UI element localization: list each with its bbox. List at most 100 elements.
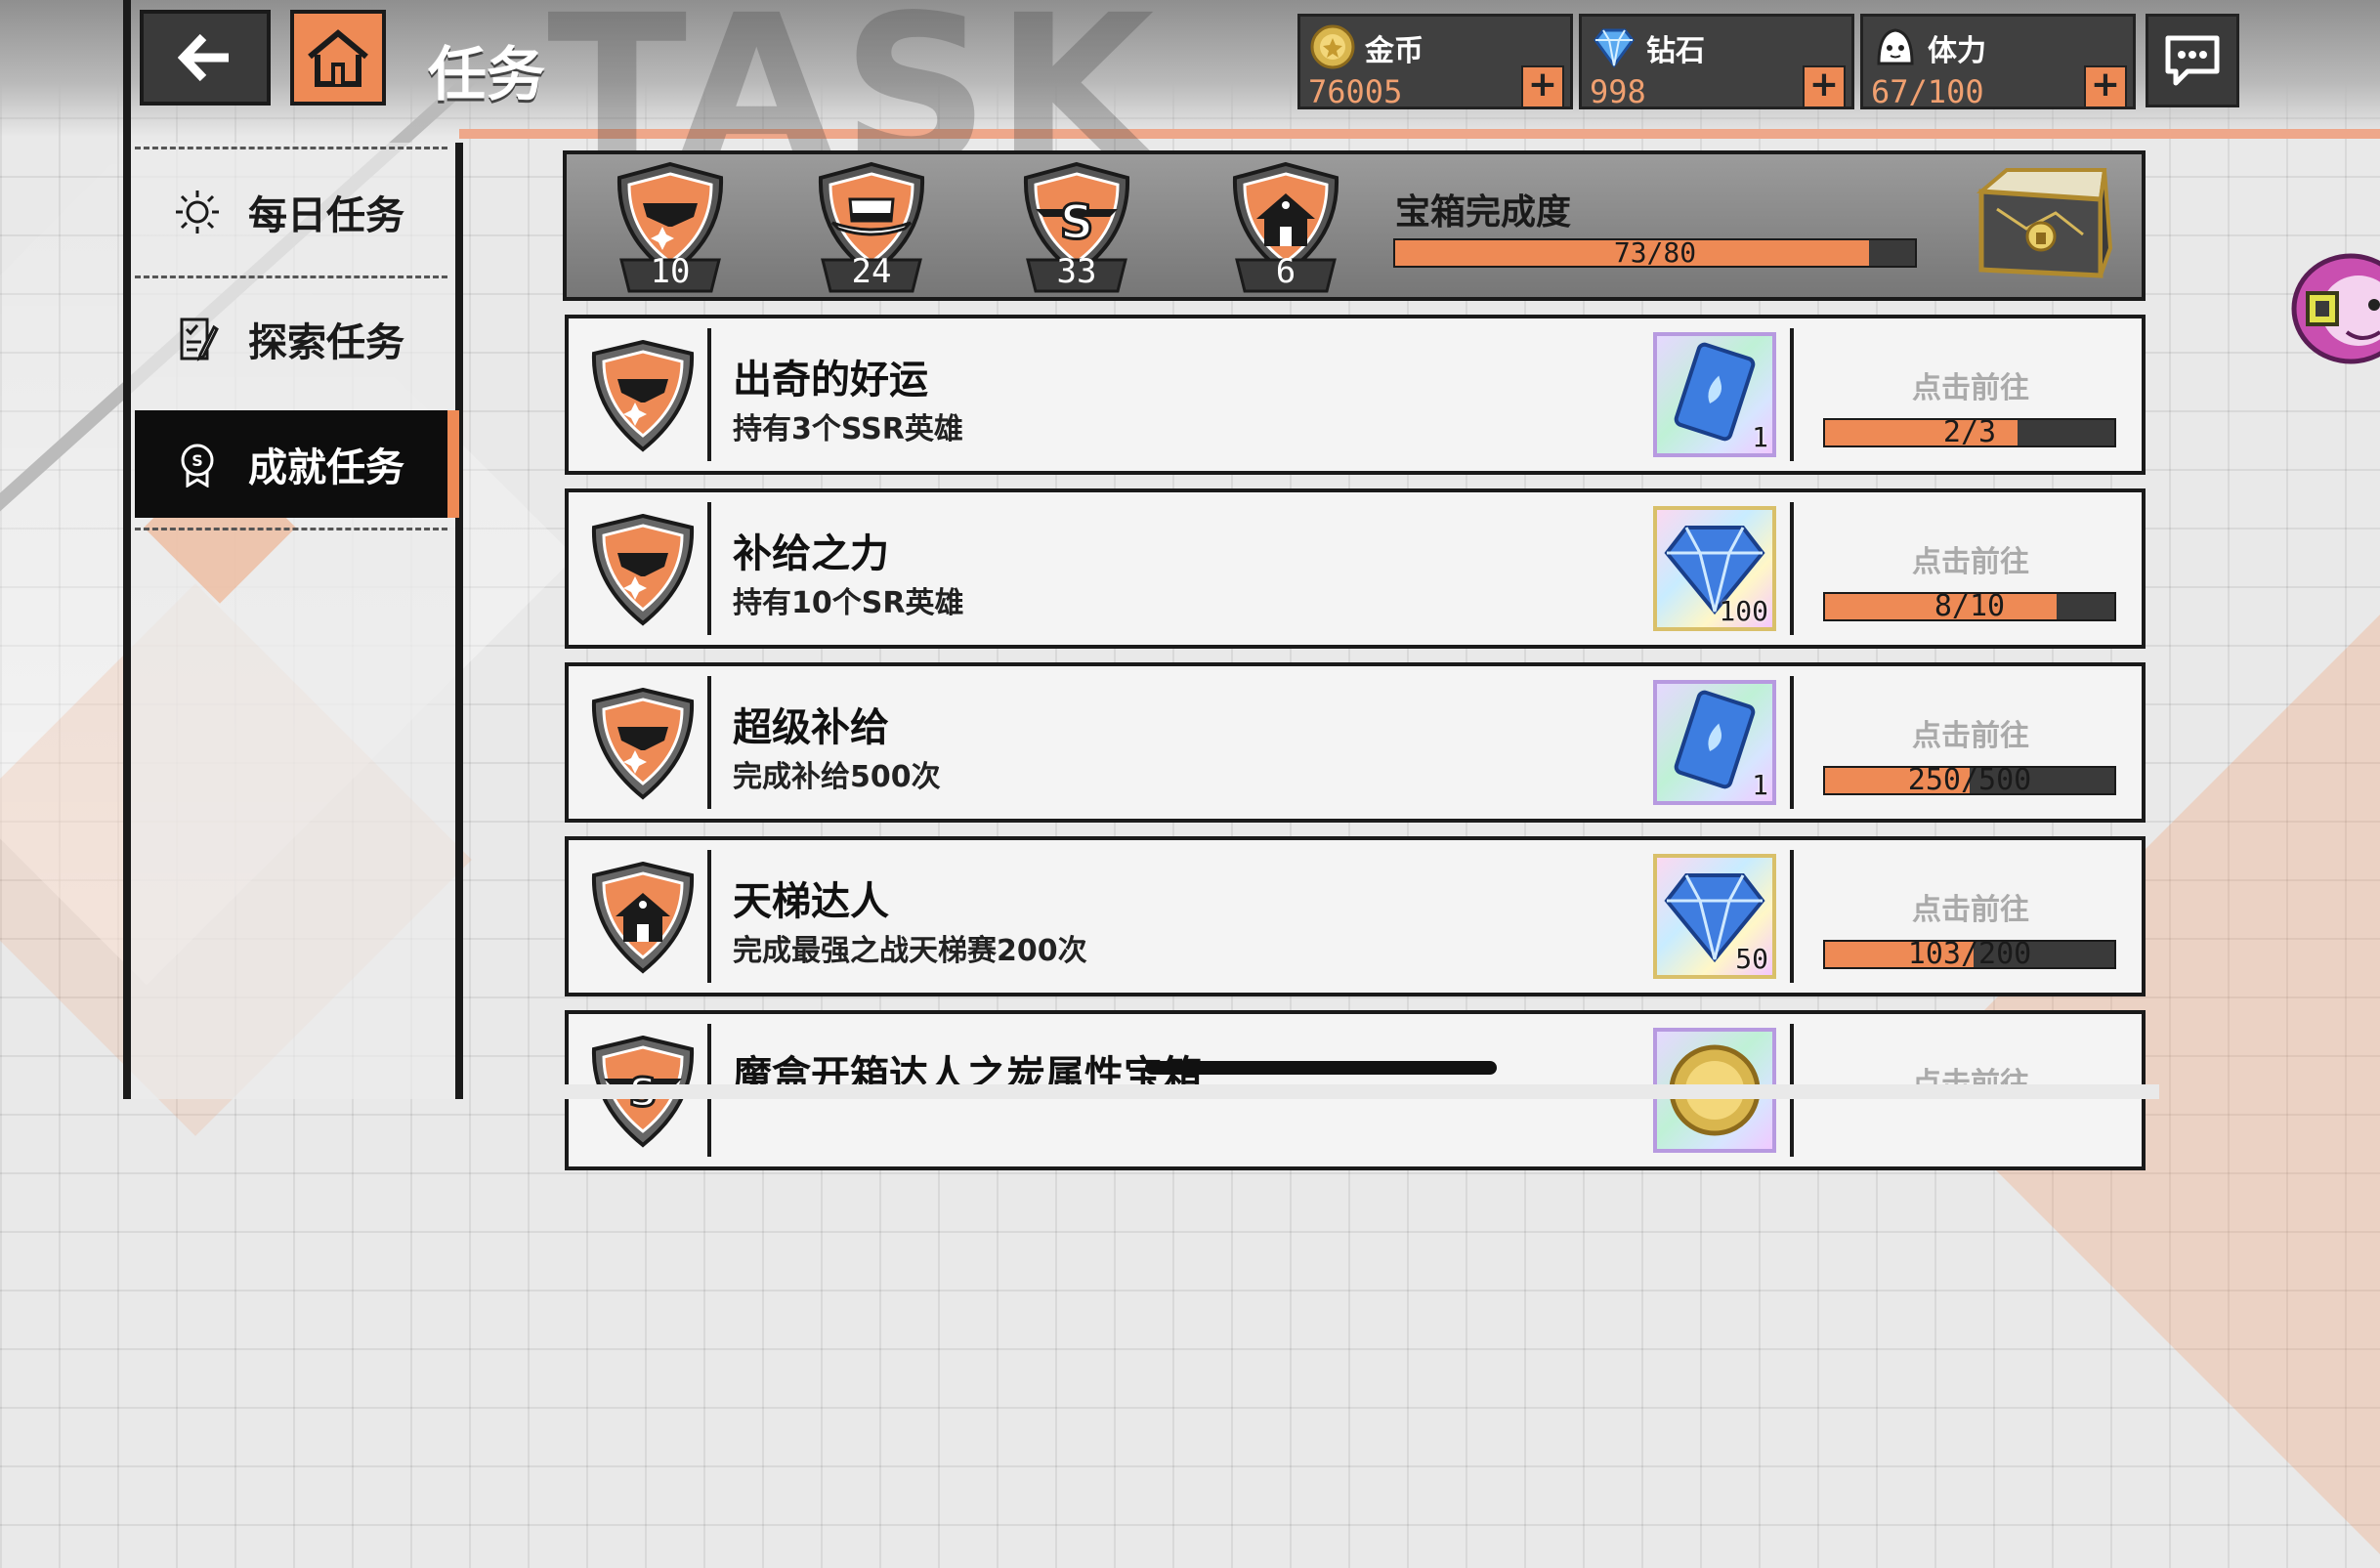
diamonds-value: 998: [1590, 73, 1646, 110]
badge-count: 24: [851, 252, 892, 291]
sidebar-item-label: 每日任务: [248, 193, 404, 238]
task-progress-text: 103/200: [1907, 937, 2032, 971]
mascot-icon: [2291, 253, 2380, 364]
svg-text:S: S: [191, 451, 203, 470]
sun-icon: [176, 191, 219, 233]
chat-bubble-icon: [2165, 35, 2220, 86]
task-separator: [707, 502, 711, 635]
task-progress-text: 2/3: [1942, 415, 1997, 449]
task-name: 超级补给: [733, 705, 889, 750]
chest-progress-text: 73/80: [1613, 236, 1697, 269]
goto-button[interactable]: 点击前往: [1829, 537, 2112, 580]
mascot-helper-button[interactable]: [2286, 250, 2380, 365]
add-coins-button[interactable]: +: [1521, 65, 1564, 108]
home-button[interactable]: [290, 10, 386, 106]
stamina-value: 67/100: [1871, 73, 1984, 110]
sidebar-divider-line: [135, 147, 447, 149]
task-separator: [1790, 676, 1794, 809]
task-progress-text: 8/10: [1934, 589, 2006, 623]
chest-progress-title: 宝箱完成度: [1395, 192, 1572, 233]
reward-quantity: 1: [1752, 769, 1768, 801]
achievement-progress-banner: [563, 150, 2146, 301]
badge-hat: 24: [803, 158, 940, 295]
arrow-left-icon: [178, 33, 229, 82]
task-name: 出奇的好运: [733, 358, 928, 403]
list-bottom-edge: [547, 1084, 2159, 1099]
sidebar-item-label: 成就任务: [248, 445, 404, 490]
reward-item[interactable]: 100: [1653, 506, 1776, 631]
sidebar-item-achievement[interactable]: S 成就任务: [135, 410, 453, 518]
task-description: 完成最强之战天梯赛200次: [733, 934, 1087, 968]
page-title: 任务: [428, 41, 545, 109]
resource-diamonds: 钻石 998 +: [1579, 14, 1854, 110]
task-separator: [707, 328, 711, 461]
badge-s-emblem: S 33: [1008, 158, 1145, 295]
reward-quantity: 1: [1752, 421, 1768, 453]
chest-progress-bar: 73/80: [1393, 236, 1917, 269]
task-separator: [1790, 328, 1794, 461]
coins-value: 76005: [1308, 73, 1403, 110]
sidebar-item-explore[interactable]: 探索任务: [135, 285, 453, 393]
mask-shield-icon: [591, 688, 695, 800]
svg-text:S: S: [1060, 195, 1094, 250]
add-diamonds-button[interactable]: +: [1803, 65, 1846, 108]
reward-item[interactable]: 50: [1653, 854, 1776, 979]
add-stamina-button[interactable]: +: [2084, 65, 2127, 108]
badge-mask: 10: [602, 158, 739, 295]
task-separator: [1790, 502, 1794, 635]
goto-button[interactable]: 点击前往: [1829, 885, 2112, 928]
task-separator: [707, 850, 711, 983]
coin-icon: [1310, 24, 1355, 69]
house-shield-icon: [591, 862, 695, 974]
badge-count: 6: [1275, 252, 1296, 291]
task-progress-bar: 103/200: [1823, 937, 2116, 971]
task-card[interactable]: 出奇的好运 持有3个SSR英雄 1 点击前往 2/3: [565, 315, 2146, 475]
task-separator: [707, 676, 711, 809]
goto-button[interactable]: 点击前往: [1829, 363, 2112, 406]
checklist-icon: [180, 318, 219, 361]
diamonds-label: 钻石: [1646, 34, 1705, 68]
task-progress-bar: 8/10: [1823, 589, 2116, 623]
mask-shield-icon: [591, 340, 695, 452]
sidebar-item-label: 探索任务: [248, 320, 404, 365]
sidebar-divider: [455, 143, 463, 1099]
reward-item[interactable]: 1: [1653, 332, 1776, 457]
stamina-icon: [1877, 28, 1914, 65]
task-progress-bar: 250/500: [1823, 763, 2116, 797]
task-card[interactable]: 天梯达人 完成最强之战天梯赛200次 50 点击前往 103/200: [565, 836, 2146, 996]
task-card[interactable]: 补给之力 持有10个SR英雄 100 点击前往 8/10: [565, 488, 2146, 649]
task-separator: [1790, 850, 1794, 983]
home-indicator: [1145, 1061, 1497, 1075]
mask-shield-icon: [591, 514, 695, 626]
coins-label: 金币: [1365, 34, 1424, 68]
badge-house: 6: [1217, 158, 1354, 295]
sidebar-item-daily[interactable]: 每日任务: [135, 158, 453, 266]
resource-stamina: 体力 67/100 +: [1860, 14, 2136, 110]
stamina-label: 体力: [1928, 34, 1986, 68]
medal-icon: S: [181, 444, 214, 487]
resource-coins: 金币 76005 +: [1297, 14, 1573, 110]
task-name: 天梯达人: [733, 879, 889, 924]
task-progress-text: 250/500: [1907, 763, 2032, 797]
treasure-chest-icon: [1976, 168, 2113, 278]
badge-count: 33: [1056, 252, 1097, 291]
back-button[interactable]: [140, 10, 271, 106]
task-description: 持有3个SSR英雄: [733, 412, 963, 446]
reward-item[interactable]: 1: [1653, 680, 1776, 805]
task-card[interactable]: 超级补给 完成补给500次 1 点击前往 250/500: [565, 662, 2146, 823]
task-description: 完成补给500次: [733, 760, 941, 794]
left-rail: [123, 0, 131, 1099]
sidebar-divider-line: [135, 528, 447, 530]
task-description: 持有10个SR英雄: [733, 586, 964, 620]
chat-button[interactable]: [2146, 14, 2239, 107]
home-icon: [308, 29, 368, 87]
sidebar-divider-line: [135, 275, 447, 278]
reward-quantity: 50: [1735, 943, 1768, 975]
reward-quantity: 100: [1719, 595, 1768, 627]
task-name: 补给之力: [733, 531, 889, 576]
badge-count: 10: [650, 252, 691, 291]
goto-button[interactable]: 点击前往: [1829, 711, 2112, 754]
treasure-chest-button[interactable]: [1968, 160, 2114, 291]
active-tab-indicator: [447, 410, 459, 518]
task-progress-bar: 2/3: [1823, 415, 2116, 449]
